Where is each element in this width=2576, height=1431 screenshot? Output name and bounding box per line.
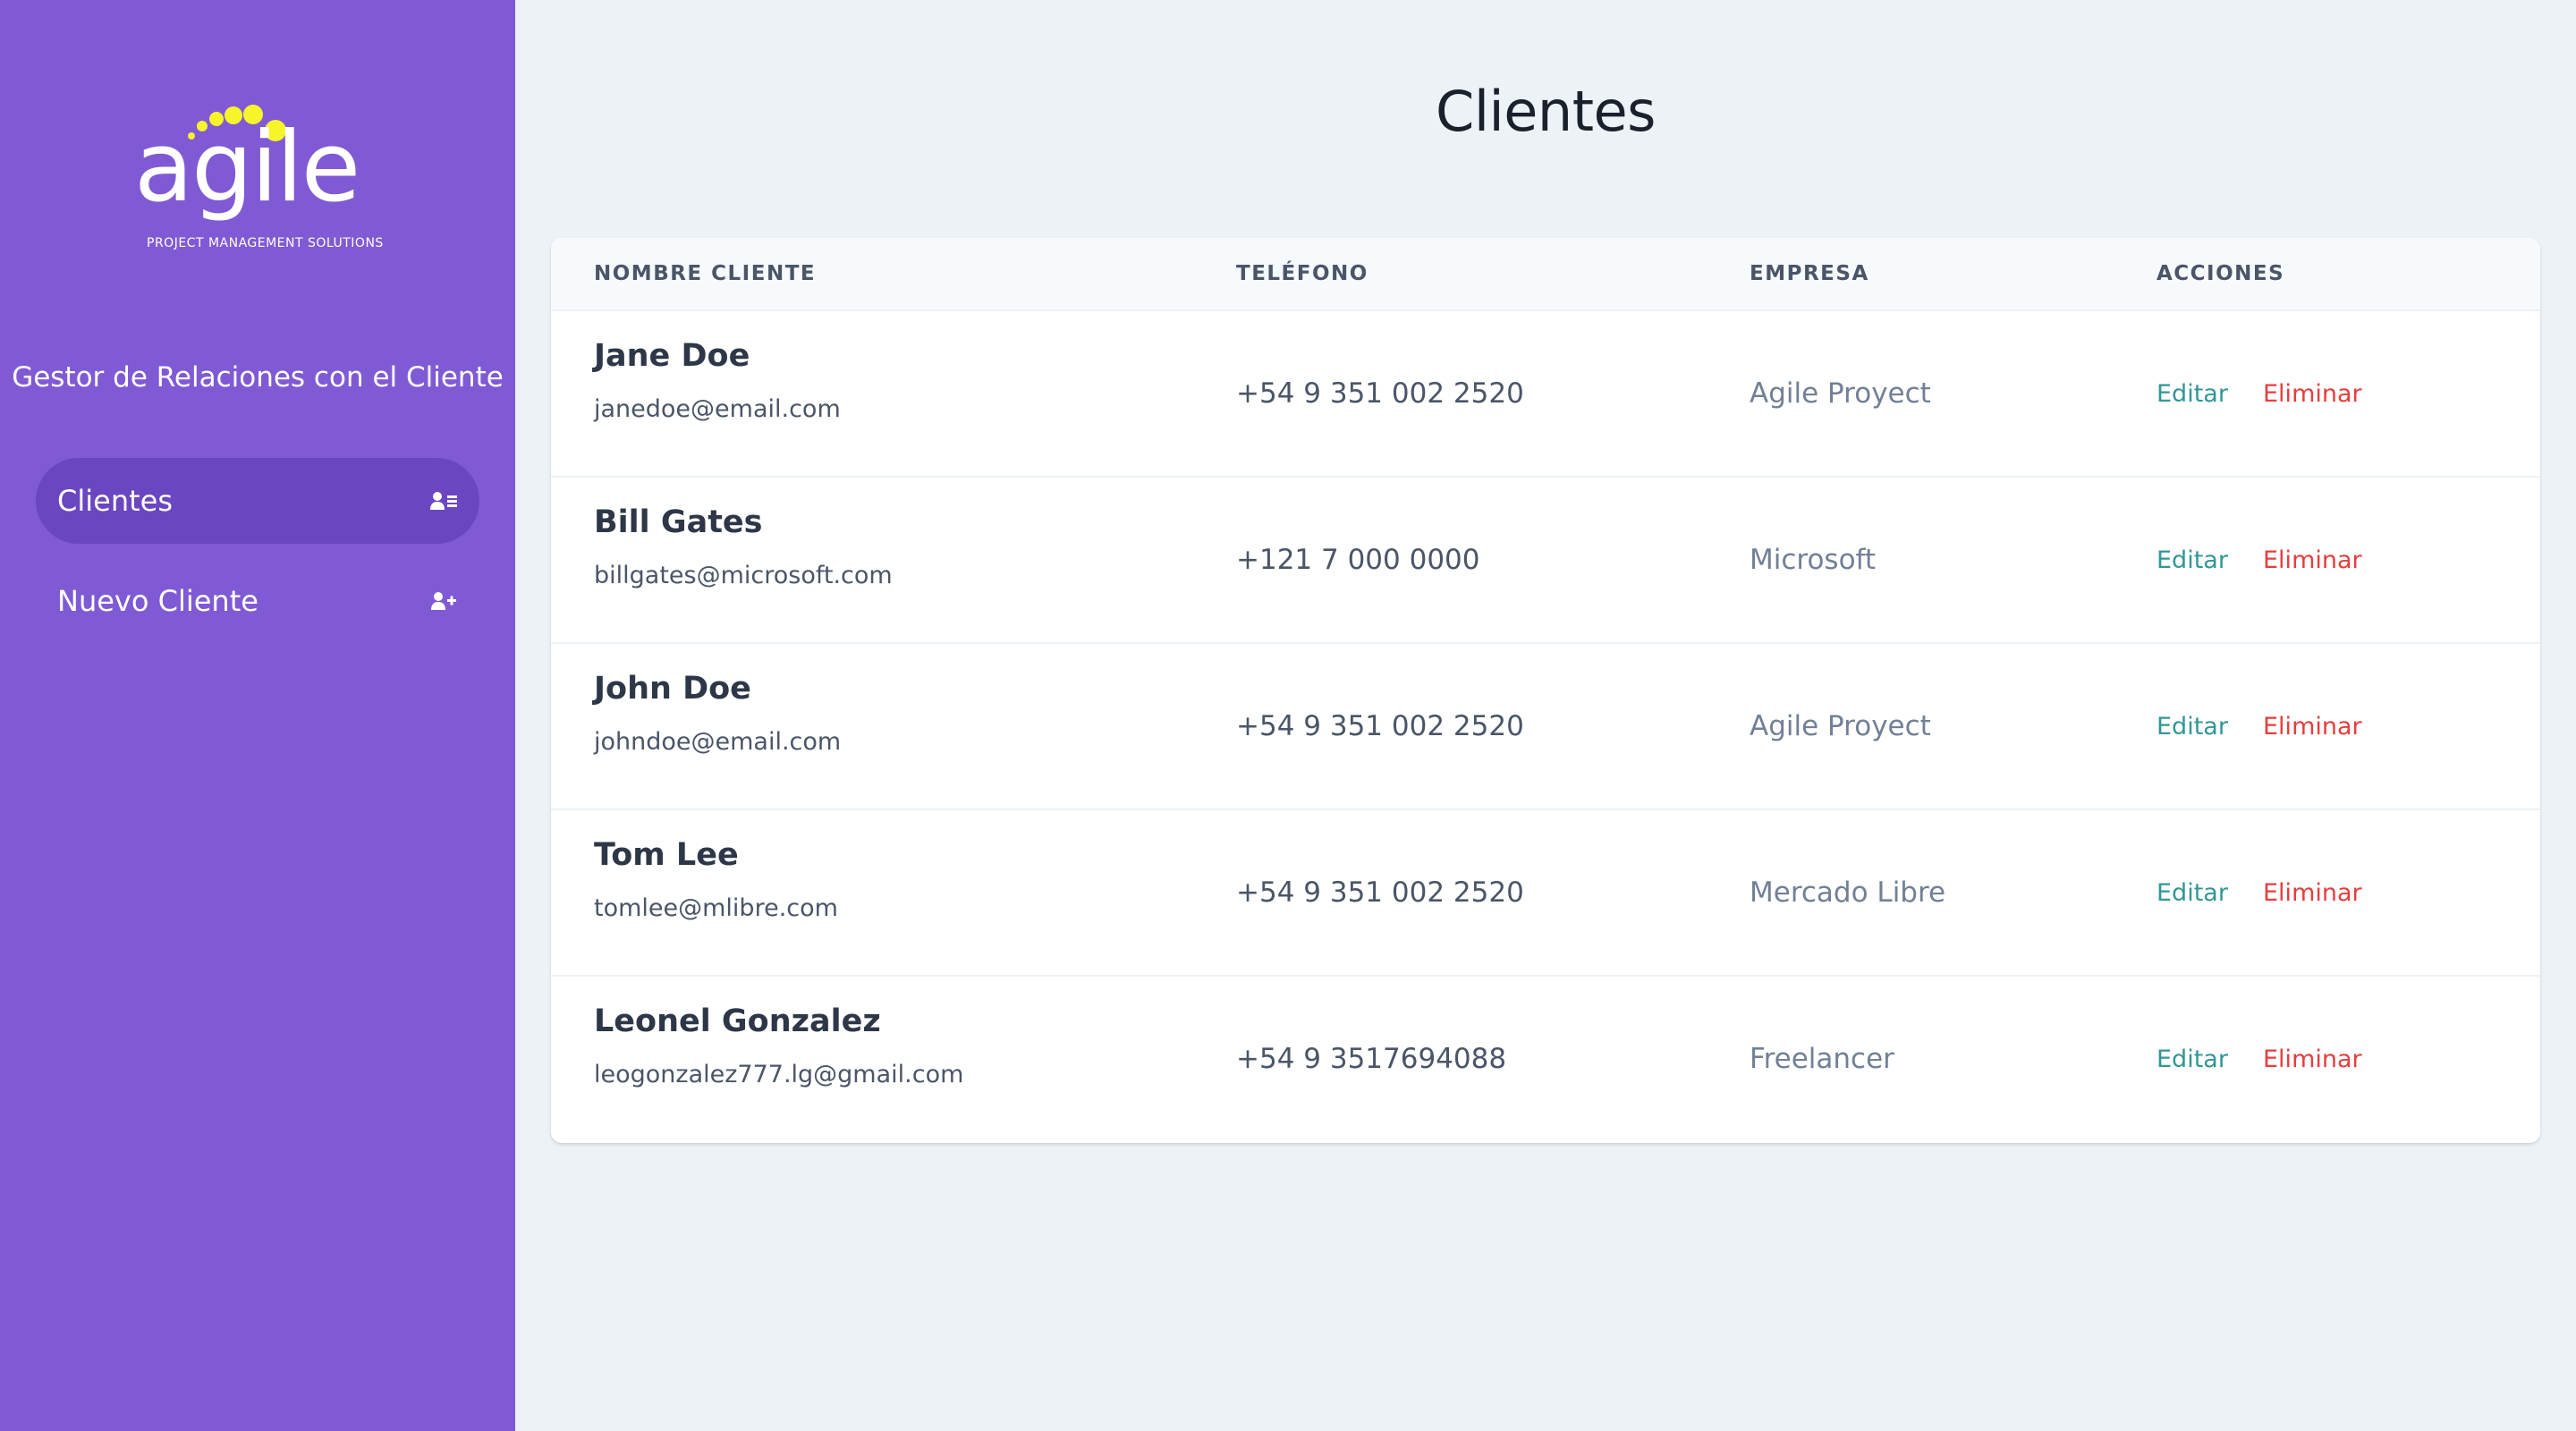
delete-button[interactable]: Eliminar [2263,380,2362,408]
client-email: leogonzalez777.lg@gmail.com [594,1061,964,1088]
delete-button[interactable]: Eliminar [2263,879,2362,907]
client-name: Tom Lee [594,837,739,873]
table-row: John Doe johndoe@email.com +54 9 351 002… [551,644,2540,810]
clients-table: NOMBRE CLIENTE TELÉFONO EMPRESA ACCIONES… [551,238,2540,1143]
delete-button[interactable]: Eliminar [2263,546,2362,574]
client-email: billgates@microsoft.com [594,562,893,589]
column-header-name: NOMBRE CLIENTE [594,262,817,285]
edit-button[interactable]: Editar [2157,546,2228,574]
client-phone: +54 9 351 002 2520 [1236,710,1524,742]
delete-button[interactable]: Eliminar [2263,1046,2362,1073]
page-title: Clientes [1436,79,1656,144]
sidebar: agile PROJECT MANAGEMENT SOLUTIONS Gesto… [0,0,515,1431]
delete-button[interactable]: Eliminar [2263,713,2362,741]
client-company: Freelancer [1750,1043,1894,1075]
client-phone: +121 7 000 0000 [1236,544,1480,576]
column-header-actions: ACCIONES [2157,262,2285,285]
sidebar-item-clientes[interactable]: Clientes [36,458,479,544]
edit-button[interactable]: Editar [2157,713,2228,741]
column-header-phone: TELÉFONO [1236,262,1368,285]
sidebar-item-label: Clientes [57,484,173,518]
app-title: Gestor de Relaciones con el Cliente [12,361,504,394]
brand-logo[interactable]: agile PROJECT MANAGEMENT SOLUTIONS [125,89,402,259]
client-phone: +54 9 351 002 2520 [1236,876,1524,909]
edit-button[interactable]: Editar [2157,380,2228,408]
client-company: Agile Proyect [1750,377,1931,410]
edit-button[interactable]: Editar [2157,1046,2228,1073]
users-list-icon [429,487,458,515]
client-email: johndoe@email.com [594,728,842,756]
client-email: tomlee@mlibre.com [594,894,838,922]
column-header-company: EMPRESA [1750,262,1869,285]
user-plus-icon [429,587,458,615]
client-phone: +54 9 3517694088 [1236,1043,1507,1075]
sidebar-item-label: Nuevo Cliente [57,584,258,618]
app-root: agile PROJECT MANAGEMENT SOLUTIONS Gesto… [0,0,2576,1431]
table-header: NOMBRE CLIENTE TELÉFONO EMPRESA ACCIONES [551,238,2540,311]
table-row: Bill Gates billgates@microsoft.com +121 … [551,478,2540,644]
client-company: Mercado Libre [1750,876,1946,909]
edit-button[interactable]: Editar [2157,879,2228,907]
client-email: janedoe@email.com [594,395,841,423]
table-row: Jane Doe janedoe@email.com +54 9 351 002… [551,311,2540,478]
table-row: Tom Lee tomlee@mlibre.com +54 9 351 002 … [551,810,2540,977]
logo-tagline: PROJECT MANAGEMENT SOLUTIONS [147,236,384,250]
client-phone: +54 9 351 002 2520 [1236,377,1524,410]
client-company: Microsoft [1750,544,1877,576]
client-company: Agile Proyect [1750,710,1931,742]
table-row: Leonel Gonzalez leogonzalez777.lg@gmail.… [551,977,2540,1143]
logo-wordmark: agile [134,112,360,224]
sidebar-item-nuevo-cliente[interactable]: Nuevo Cliente [36,558,479,644]
client-name: John Doe [594,671,751,707]
client-name: Bill Gates [594,504,763,540]
client-name: Leonel Gonzalez [594,1003,881,1039]
client-name: Jane Doe [594,338,750,374]
